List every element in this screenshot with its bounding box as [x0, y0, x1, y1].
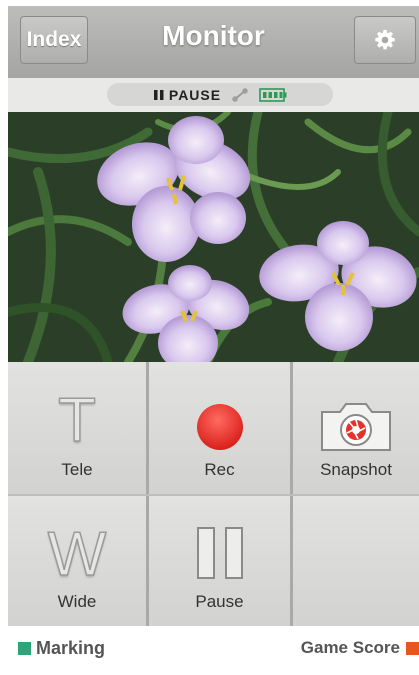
- snapshot-label: Snapshot: [320, 460, 392, 479]
- marking-button[interactable]: Marking: [18, 638, 105, 659]
- record-icon: [196, 404, 243, 450]
- wide-button[interactable]: W Wide: [8, 496, 146, 626]
- marking-square-icon: [18, 642, 31, 655]
- divider: [8, 494, 419, 496]
- pause-button[interactable]: Pause: [149, 496, 290, 626]
- tele-icon: T: [57, 386, 96, 455]
- link-icon: [232, 87, 248, 102]
- marking-label: Marking: [36, 638, 106, 658]
- camera-preview: [8, 112, 419, 362]
- game-score-label: Game Score: [300, 638, 400, 657]
- status-pill: PAUSE: [107, 83, 333, 106]
- pause-icon: [153, 89, 164, 100]
- index-button[interactable]: Index: [20, 16, 88, 64]
- empty-control-cell: [293, 496, 419, 626]
- tele-label: Tele: [61, 460, 93, 479]
- camera-icon: [321, 403, 391, 451]
- game-score-square-icon: [406, 641, 419, 655]
- header-bar: Index Monitor: [8, 6, 419, 78]
- pause-label: Pause: [195, 592, 244, 611]
- gear-icon: [375, 29, 395, 50]
- snapshot-button[interactable]: Snapshot: [293, 362, 419, 494]
- tele-button[interactable]: T Tele: [8, 362, 146, 494]
- game-score-button[interactable]: Game Score: [301, 638, 419, 658]
- control-panel: T Tele Rec Snapshot W Wide Pause: [8, 362, 419, 626]
- status-bar: PAUSE: [8, 78, 419, 112]
- status-text: PAUSE: [168, 86, 222, 103]
- wide-label: Wide: [57, 592, 97, 611]
- battery-icon: [259, 87, 287, 102]
- pause-large-icon: [196, 527, 243, 579]
- settings-button[interactable]: [354, 16, 416, 64]
- wide-icon: W: [47, 520, 107, 589]
- flower-image: [8, 112, 419, 362]
- app-frame: Index Monitor PAUSE T Tele Rec Snapshot …: [8, 6, 419, 672]
- rec-label: Rec: [204, 460, 235, 479]
- footer-bar: Marking Game Score: [8, 626, 419, 672]
- rec-button[interactable]: Rec: [149, 362, 290, 494]
